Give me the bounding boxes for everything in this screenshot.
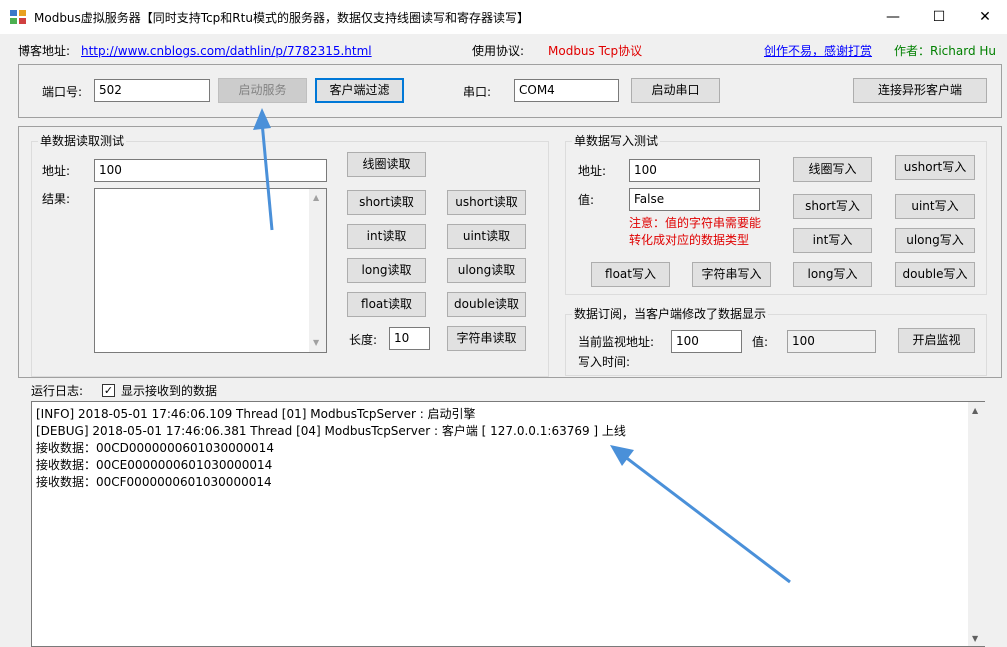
arrow-to-client-online <box>623 454 791 584</box>
arrow-to-start-service <box>260 121 274 231</box>
annotation-arrows <box>253 108 791 584</box>
arrow-head-start-service <box>253 108 271 130</box>
arrow-head-client-online <box>610 445 634 466</box>
